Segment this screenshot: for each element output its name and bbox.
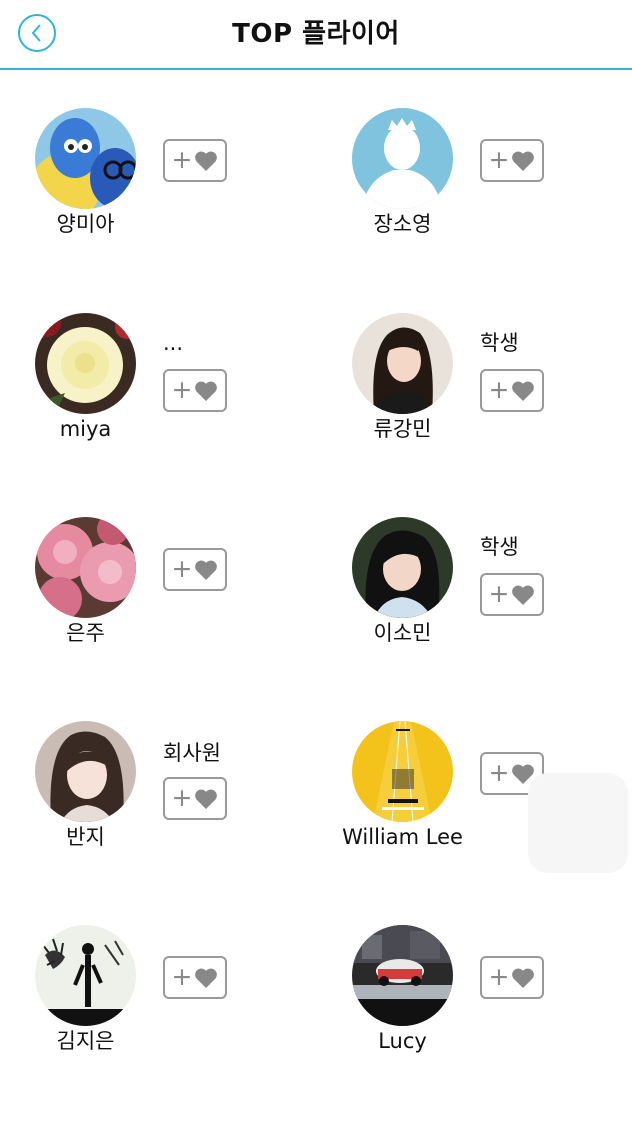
player-description: 회사원 <box>163 741 221 765</box>
avatar[interactable] <box>352 313 453 414</box>
plus-icon: + <box>171 554 193 583</box>
player-name: 류강민 <box>373 417 432 441</box>
plus-icon: + <box>171 375 193 404</box>
plus-icon: + <box>171 145 193 174</box>
plus-icon: + <box>488 145 510 174</box>
follow-button[interactable]: + <box>480 369 544 412</box>
follow-button[interactable]: + <box>163 777 227 820</box>
heart-icon <box>195 381 218 401</box>
player-card[interactable]: 김지은 + <box>35 925 335 1125</box>
player-name: miya <box>59 417 112 441</box>
player-name: William Lee <box>342 825 463 849</box>
player-card[interactable]: 이소민 학생 + <box>352 517 632 717</box>
top-bar: TOP 플라이어 <box>0 0 632 70</box>
player-name: Lucy <box>378 1029 427 1053</box>
player-name: 은주 <box>66 621 105 645</box>
heart-icon <box>195 968 218 988</box>
avatar[interactable] <box>352 721 453 822</box>
plus-icon: + <box>171 962 193 991</box>
avatar[interactable] <box>35 925 136 1026</box>
follow-button[interactable]: + <box>163 956 227 999</box>
avatar[interactable] <box>352 517 453 618</box>
avatar[interactable] <box>35 313 136 414</box>
heart-icon <box>195 789 218 809</box>
player-name: 반지 <box>66 825 105 849</box>
heart-icon <box>195 151 218 171</box>
follow-button[interactable]: + <box>163 548 227 591</box>
follow-button[interactable]: + <box>480 573 544 616</box>
heart-icon <box>195 560 218 580</box>
plus-icon: + <box>488 758 510 787</box>
player-name: 장소영 <box>373 212 432 236</box>
player-card[interactable]: miya ... + <box>35 313 335 513</box>
follow-button[interactable]: + <box>163 369 227 412</box>
player-card[interactable]: 반지 회사원 + <box>35 721 335 921</box>
avatar[interactable] <box>35 721 136 822</box>
player-name: 이소민 <box>373 621 432 645</box>
plus-icon: + <box>488 579 510 608</box>
player-name: 양미아 <box>56 212 115 236</box>
heart-icon <box>512 381 535 401</box>
avatar[interactable] <box>352 925 453 1026</box>
page-title: TOP 플라이어 <box>232 19 400 49</box>
player-card[interactable]: 양미아 + <box>35 108 335 308</box>
follow-button[interactable]: + <box>480 956 544 999</box>
follow-button[interactable]: + <box>163 139 227 182</box>
heart-icon <box>512 151 535 171</box>
plus-icon: + <box>488 375 510 404</box>
player-name: 김지은 <box>56 1029 115 1053</box>
player-card[interactable]: 장소영 + <box>352 108 632 308</box>
player-card[interactable]: 은주 + <box>35 517 335 717</box>
heart-icon <box>512 585 535 605</box>
player-description: 학생 <box>480 535 519 559</box>
assistive-touch-button[interactable] <box>528 773 628 873</box>
follow-button[interactable]: + <box>480 139 544 182</box>
heart-icon <box>512 968 535 988</box>
player-description: 학생 <box>480 331 519 355</box>
player-card[interactable]: Lucy + <box>352 925 632 1125</box>
avatar[interactable] <box>352 108 453 209</box>
avatar[interactable] <box>35 108 136 209</box>
plus-icon: + <box>488 962 510 991</box>
player-card[interactable]: 류강민 학생 + <box>352 313 632 513</box>
plus-icon: + <box>171 783 193 812</box>
player-description: ... <box>163 331 184 355</box>
avatar[interactable] <box>35 517 136 618</box>
